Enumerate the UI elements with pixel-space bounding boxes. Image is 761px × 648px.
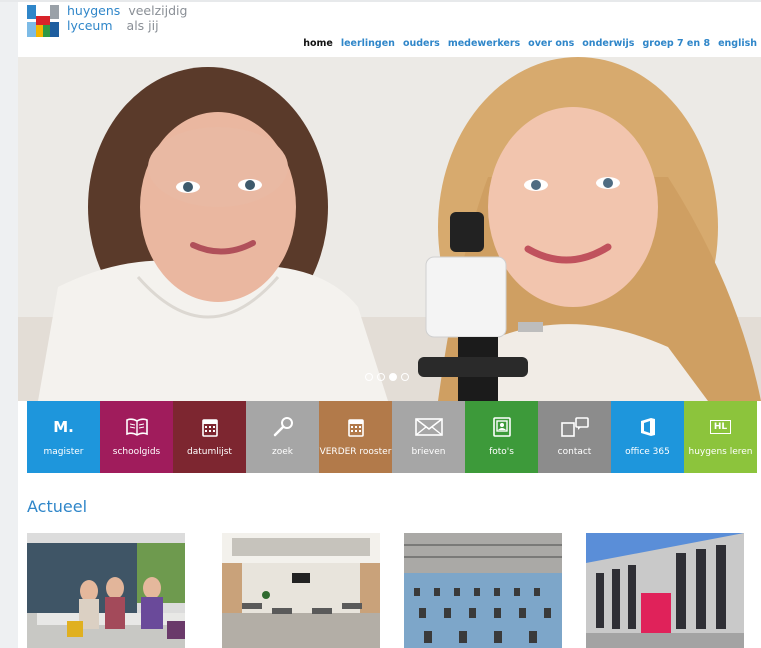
slide-dot-2[interactable] (377, 373, 385, 381)
slide-dot-4[interactable] (401, 373, 409, 381)
slide-dot-1[interactable] (365, 373, 373, 381)
huygens-logo[interactable] (27, 5, 59, 37)
news-card-3[interactable] (404, 533, 562, 648)
brand-tagline-line1: veelzijdig (128, 3, 188, 18)
brand-name-line2: lyceum (67, 18, 113, 33)
book-icon (125, 415, 148, 439)
nav-onderwijs[interactable]: onderwijs (582, 38, 634, 49)
hero-slideshow[interactable] (18, 57, 761, 401)
nav-over-ons[interactable]: over ons (528, 38, 574, 49)
tile-label: brieven (411, 447, 446, 457)
tile-magister[interactable]: M. magister (27, 401, 100, 473)
tile-label: datumlijst (187, 447, 232, 457)
tile-zoek[interactable]: zoek (246, 401, 319, 473)
nav-medewerkers[interactable]: medewerkers (448, 38, 520, 49)
news-card-1[interactable] (27, 533, 185, 648)
nav-home[interactable]: home (303, 38, 333, 49)
tile-label: zoek (272, 447, 293, 457)
photo-icon (492, 415, 511, 439)
tile-huygens-leren[interactable]: HL huygens leren (684, 401, 757, 473)
page-left-margin (0, 0, 18, 648)
tile-label: schoolgids (112, 447, 161, 457)
calendar-icon (201, 415, 218, 439)
tile-office-365[interactable]: office 365 (611, 401, 684, 473)
slide-dot-3-active[interactable] (389, 373, 397, 381)
quick-links: M. magister schoolgids datumlijst zoek V… (27, 401, 757, 473)
students-outdoor-photo (27, 533, 185, 648)
news-card-2[interactable] (222, 533, 380, 648)
office-icon (640, 415, 656, 439)
magister-icon: M. (53, 418, 74, 436)
nav-english[interactable]: english (718, 38, 757, 49)
tile-datumlijst[interactable]: datumlijst (173, 401, 246, 473)
tile-label: huygens leren (688, 447, 753, 457)
exam-hall-photo (404, 533, 562, 648)
slide-indicators (365, 373, 409, 381)
tile-verder-rooster[interactable]: VERDER rooster (319, 401, 392, 473)
brand-tagline-line2: als jij (126, 18, 159, 33)
envelope-icon (414, 415, 443, 439)
tile-contact[interactable]: contact (538, 401, 611, 473)
main-navigation: home leerlingen ouders medewerkers over … (303, 38, 757, 49)
tile-label: foto's (489, 447, 514, 457)
hl-icon: HL (709, 415, 732, 439)
hero-photo (18, 57, 761, 401)
nav-groep-7-en-8[interactable]: groep 7 en 8 (642, 38, 710, 49)
tile-label: office 365 (625, 447, 670, 457)
contact-icon (560, 415, 589, 439)
search-icon (272, 415, 294, 439)
schedule-icon (347, 415, 364, 439)
school-building-photo (586, 533, 744, 648)
tile-label: contact (557, 447, 592, 457)
tile-fotos[interactable]: foto's (465, 401, 538, 473)
tile-schoolgids[interactable]: schoolgids (100, 401, 173, 473)
tile-label: VERDER rooster (319, 447, 392, 457)
school-hall-photo (222, 533, 380, 648)
news-card-4[interactable] (586, 533, 744, 648)
brand-name-line1: huygens (67, 3, 121, 18)
top-border (0, 0, 761, 2)
nav-ouders[interactable]: ouders (403, 38, 440, 49)
tile-label: magister (43, 447, 84, 457)
nav-leerlingen[interactable]: leerlingen (341, 38, 395, 49)
section-title-actueel: Actueel (27, 497, 88, 516)
tile-brieven[interactable]: brieven (392, 401, 465, 473)
brand-wordmark: huygens veelzijdig lyceum als jij (67, 3, 187, 33)
